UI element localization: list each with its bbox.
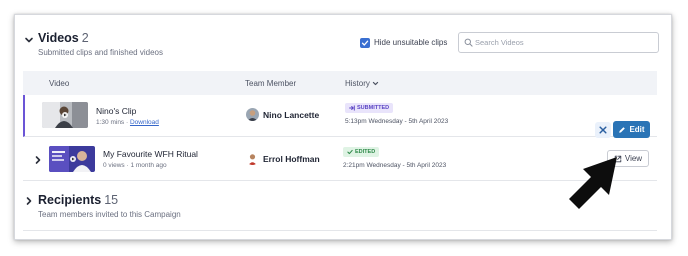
video-meta: 1:30 mins · Download — [96, 119, 159, 126]
hide-unsuitable-checkbox[interactable] — [360, 38, 370, 48]
history-timestamp: 2:21pm Wednesday - 5th April 2023 — [343, 162, 447, 169]
video-thumbnail[interactable] — [42, 102, 88, 128]
recipients-section-title[interactable]: Recipients 15 — [38, 193, 118, 207]
checkmark-icon — [361, 40, 369, 46]
chevron-down-icon — [372, 81, 379, 86]
expand-chevron-icon[interactable] — [24, 196, 34, 206]
videos-section-title[interactable]: Videos 2 — [38, 31, 89, 45]
search-box[interactable] — [458, 32, 659, 53]
video-title[interactable]: Nino's Clip — [96, 106, 136, 116]
avatar — [246, 152, 259, 165]
team-member-name: Nino Lancette — [263, 110, 320, 120]
column-team-member: Team Member — [245, 79, 297, 88]
expand-chevron-icon[interactable] — [33, 155, 43, 165]
download-link[interactable]: Download — [130, 119, 159, 126]
history-timestamp: 5:13pm Wednesday - 5th April 2023 — [345, 118, 449, 125]
videos-count: 2 — [81, 31, 89, 45]
campaign-panel: Videos 2 Submitted clips and finished vid… — [14, 14, 672, 240]
column-video: Video — [49, 79, 70, 88]
close-icon — [599, 126, 607, 134]
column-history-label: History — [345, 79, 370, 88]
column-history-sort[interactable]: History — [345, 79, 379, 88]
hide-unsuitable-label[interactable]: Hide unsuitable clips — [374, 38, 447, 47]
table-row[interactable]: My Favourite WFH Ritual 0 views · 1 mont… — [23, 138, 657, 181]
collapse-chevron-icon[interactable] — [24, 35, 34, 45]
videos-section-subtitle: Submitted clips and finished videos — [38, 48, 163, 57]
pencil-icon — [619, 126, 626, 133]
submit-arrow-icon — [349, 105, 355, 111]
reject-button[interactable] — [595, 122, 611, 138]
avatar — [246, 108, 259, 121]
team-member-name: Errol Hoffman — [263, 154, 320, 164]
table-row[interactable]: Nino's Clip 1:30 mins · Download Nino La… — [23, 95, 657, 138]
video-thumbnail[interactable] — [49, 146, 95, 172]
table-header: Video Team Member History — [23, 71, 657, 95]
check-icon — [347, 149, 353, 155]
divider — [23, 230, 657, 231]
search-icon — [464, 38, 473, 47]
recipients-count: 15 — [104, 193, 119, 207]
status-badge: EDITED — [343, 147, 380, 157]
recipients-section-subtitle: Team members invited to this Campaign — [38, 210, 181, 219]
search-input[interactable] — [475, 35, 655, 50]
pointer-arrow-icon — [569, 157, 617, 209]
video-title[interactable]: My Favourite WFH Ritual — [103, 149, 198, 159]
status-badge: SUBMITTED — [345, 103, 394, 113]
edit-button[interactable]: Edit — [613, 121, 650, 138]
video-meta: 0 views · 1 month ago — [103, 162, 167, 169]
